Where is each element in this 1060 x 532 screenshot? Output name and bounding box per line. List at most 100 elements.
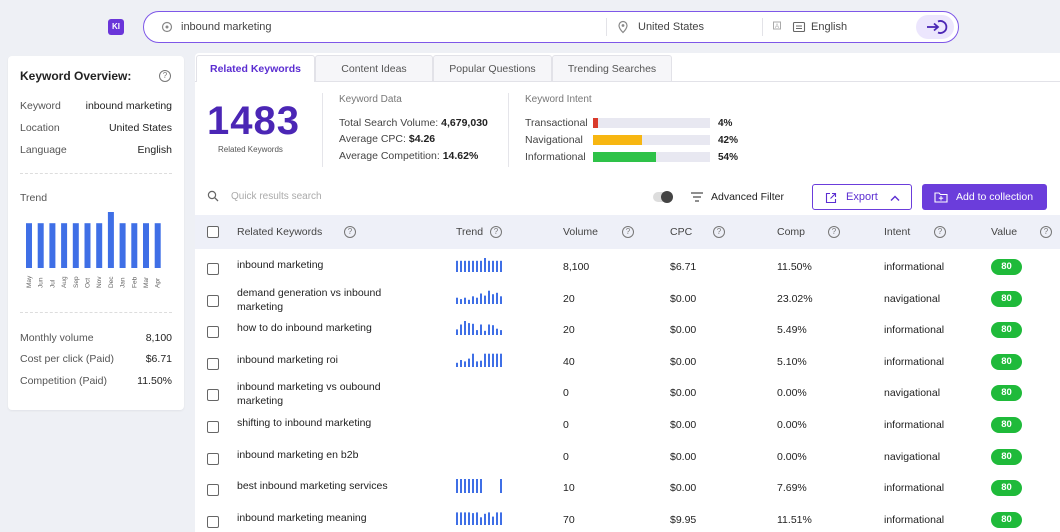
table-row[interactable]: inbound marketing roi 40 $0.00 5.10% informa… — [195, 344, 1060, 376]
col-comp[interactable]: Comp — [777, 226, 805, 238]
export-button[interactable]: Export — [812, 184, 912, 210]
help-icon[interactable]: ? — [344, 226, 356, 238]
sparkline-bar — [496, 260, 498, 272]
main-panel: Related Keywords Content Ideas Popular Q… — [195, 53, 1060, 532]
folder-plus-icon — [934, 192, 948, 203]
col-related-keywords[interactable]: Related Keywords — [237, 226, 322, 238]
intent-cell: informational — [884, 324, 945, 337]
table-row[interactable]: demand generation vs inbound marketing 20… — [195, 281, 1060, 313]
keyword-link[interactable]: inbound marketing meaning — [237, 511, 397, 525]
tab-trending-searches[interactable]: Trending Searches — [552, 55, 672, 81]
trend-bar — [107, 212, 114, 268]
keyword-link[interactable]: shifting to inbound marketing — [237, 416, 397, 430]
intent-cell: informational — [884, 261, 945, 273]
tab-related-keywords[interactable]: Related Keywords — [196, 55, 315, 82]
col-value[interactable]: Value — [991, 226, 1017, 238]
search-icon — [207, 190, 219, 202]
table-row[interactable]: inbound marketing 8,100 $6.71 11.50% informa… — [195, 249, 1060, 281]
row-checkbox[interactable] — [207, 421, 219, 433]
sparkline-bar — [496, 512, 498, 525]
search-input[interactable]: inbound marketing — [181, 21, 272, 33]
col-intent[interactable]: Intent — [884, 226, 910, 238]
comp-cell: 7.69% — [777, 482, 807, 495]
col-volume[interactable]: Volume — [563, 226, 598, 238]
keyword-link[interactable]: inbound marketing roi — [237, 353, 397, 367]
cpc-cell: $0.00 — [670, 355, 697, 368]
keyword-overview-card: Keyword Overview: ? Keyword inbound mark… — [8, 56, 184, 410]
target-icon — [161, 21, 173, 33]
trend-sparkline — [456, 353, 502, 367]
help-icon[interactable]: ? — [713, 226, 725, 238]
table-row[interactable]: shifting to inbound marketing 0 $0.00 0.00%… — [195, 407, 1060, 439]
trend-sparkline — [456, 258, 502, 272]
separator — [762, 18, 763, 36]
keyword-link[interactable]: inbound marketing en b2b — [237, 448, 397, 462]
sparkline-bar — [468, 299, 470, 304]
col-trend[interactable]: Trend — [456, 226, 483, 238]
search-submit-button[interactable] — [916, 15, 954, 39]
row-checkbox[interactable] — [207, 515, 219, 528]
trend-sparkline — [456, 416, 504, 430]
trend-month-label: Oct — [85, 278, 92, 288]
share-icon — [825, 192, 837, 204]
tab-content-ideas[interactable]: Content Ideas — [315, 55, 433, 81]
sparkline-bar — [464, 361, 466, 367]
row-checkbox[interactable] — [207, 263, 219, 275]
help-icon[interactable]: ? — [934, 226, 946, 238]
row-checkbox[interactable] — [207, 326, 219, 339]
filter-toggle[interactable] — [653, 191, 673, 203]
tab-popular-questions[interactable]: Popular Questions — [433, 55, 552, 81]
table-row[interactable]: inbound marketing en b2b 0 $0.00 0.00% navig… — [195, 439, 1060, 471]
trend-bar — [84, 223, 91, 268]
keyword-link[interactable]: best inbound marketing services — [237, 479, 397, 493]
value-badge: 80 — [991, 480, 1022, 497]
help-icon[interactable]: ? — [1040, 226, 1052, 238]
sparkline-bar — [456, 479, 458, 494]
row-checkbox[interactable] — [207, 484, 219, 497]
table-row[interactable]: best inbound marketing services 10 $0.00 7.… — [195, 470, 1060, 502]
table-row[interactable]: how to do inbound marketing 20 $0.00 5.49% i… — [195, 312, 1060, 344]
language-select[interactable]: English — [811, 21, 847, 33]
quick-search-input[interactable]: Quick results search — [231, 191, 322, 202]
sparkline-bar — [480, 260, 482, 272]
select-all-checkbox[interactable] — [207, 226, 219, 238]
sparkline-bar — [464, 479, 466, 494]
enter-arrow-icon — [927, 20, 948, 34]
trend-month-label: Nov — [96, 276, 103, 288]
volume-cell: 8,100 — [563, 261, 590, 273]
sparkline-bar — [500, 260, 502, 272]
col-cpc[interactable]: CPC — [670, 226, 692, 238]
add-to-collection-button[interactable]: Add to collection — [922, 184, 1047, 210]
location-select[interactable]: United States — [638, 21, 704, 33]
trend-sparkline — [456, 479, 502, 494]
app-logo[interactable]: KI — [108, 19, 124, 35]
advanced-filter-button[interactable]: Advanced Filter — [711, 191, 784, 203]
intent-bar-navigational — [593, 135, 710, 145]
row-checkbox[interactable] — [207, 357, 219, 370]
keyword-link[interactable]: how to do inbound marketing — [237, 321, 397, 335]
volume-cell: 10 — [563, 482, 575, 495]
row-checkbox[interactable] — [207, 389, 219, 402]
sparkline-bar — [460, 512, 462, 525]
sparkline-bar — [464, 321, 466, 336]
separator — [606, 18, 607, 36]
help-icon[interactable]: ? — [622, 226, 634, 238]
trend-sparkline — [456, 321, 502, 336]
intent-fill — [593, 152, 657, 162]
keyword-link[interactable]: inbound marketing vs oubound marketing — [237, 380, 397, 408]
volume-cell: 0 — [563, 419, 569, 431]
table-row[interactable]: inbound marketing vs oubound marketing 0 $… — [195, 375, 1060, 407]
keyword-link[interactable]: inbound marketing — [237, 258, 397, 272]
overview-row-keyword: Keyword inbound marketing — [20, 100, 172, 112]
sparkline-bar — [472, 295, 474, 304]
trend-bar — [131, 223, 138, 268]
keyword-link[interactable]: demand generation vs inbound marketing — [237, 286, 397, 314]
sparkline-bar — [484, 295, 486, 304]
help-icon[interactable]: ? — [490, 226, 502, 238]
row-checkbox[interactable] — [207, 452, 219, 465]
trend-sparkline — [456, 384, 504, 398]
help-icon[interactable]: ? — [159, 70, 171, 82]
help-icon[interactable]: ? — [828, 226, 840, 238]
row-checkbox[interactable] — [207, 294, 219, 307]
table-row[interactable]: inbound marketing meaning 70 $9.95 11.51% in… — [195, 502, 1060, 532]
